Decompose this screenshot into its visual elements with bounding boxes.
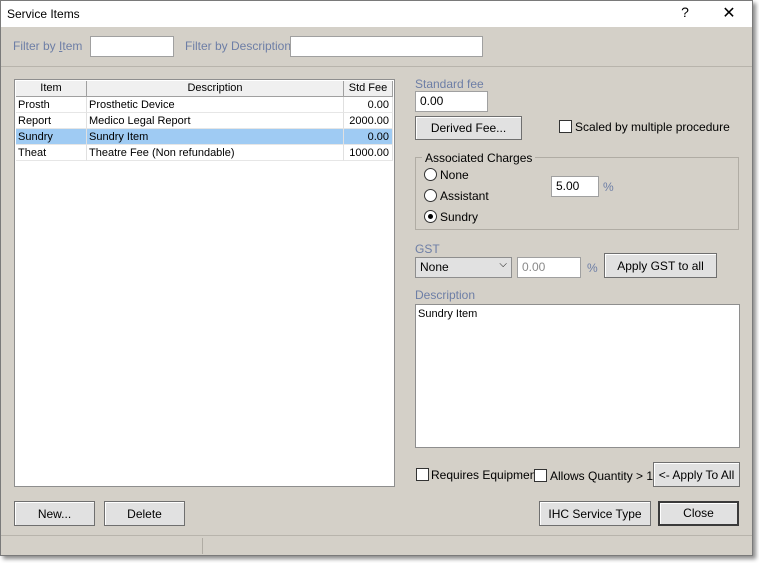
row-item-cell: Sundry (16, 129, 87, 145)
radio-assistant[interactable] (424, 189, 437, 202)
help-icon[interactable]: ? (677, 4, 693, 24)
scaled-checkbox[interactable] (559, 120, 572, 133)
title-bar: Service Items ? ✕ (1, 1, 752, 27)
associated-percent-input[interactable]: 5.00 (551, 176, 599, 197)
row-fee-cell: 0.00 (344, 97, 393, 113)
radio-assistant-label: Assistant (440, 189, 489, 203)
column-header-item[interactable]: Item (16, 81, 87, 97)
row-description-cell: Prosthetic Device (87, 97, 344, 113)
radio-none[interactable] (424, 168, 437, 181)
delete-button[interactable]: Delete (104, 501, 185, 526)
filter-item-label: Filter by Item (13, 39, 83, 53)
requires-equipment-label: Requires Equipment (431, 468, 540, 482)
new-button[interactable]: New... (14, 501, 95, 526)
chevron-down-icon: ⌵ (499, 259, 507, 270)
apply-to-all-button[interactable]: <- Apply To All (653, 462, 740, 487)
gst-combo-value: None (420, 260, 449, 274)
table-row[interactable]: Prosth Prosthetic Device 0.00 (16, 97, 393, 113)
requires-equipment-checkbox[interactable] (416, 468, 429, 481)
associated-percent-symbol: % (603, 180, 614, 194)
row-fee-cell: 0.00 (344, 129, 393, 145)
gst-combo[interactable]: None ⌵ (415, 257, 512, 278)
radio-sundry-label: Sundry (440, 210, 479, 224)
filter-description-input[interactable] (290, 36, 483, 57)
status-separator (202, 538, 203, 554)
ihc-service-type-button[interactable]: IHC Service Type (539, 501, 651, 526)
filter-description-label: Filter by Description (185, 39, 292, 53)
column-header-std-fee[interactable]: Std Fee (344, 81, 393, 97)
service-items-list[interactable]: Item Description Std Fee Prosth Prosthet… (14, 79, 395, 487)
row-item-cell: Prosth (16, 97, 87, 113)
close-icon[interactable]: ✕ (717, 3, 741, 25)
row-item-cell: Report (16, 113, 87, 129)
table-row[interactable]: Report Medico Legal Report 2000.00 (16, 113, 393, 129)
radio-none-label: None (440, 168, 469, 182)
radio-sundry[interactable] (424, 210, 437, 223)
service-items-dialog: Service Items ? ✕ Filter by Item Filter … (0, 0, 753, 556)
radio-selected-dot (428, 214, 433, 219)
table-row-selected[interactable]: Sundry Sundry Item 0.00 (16, 129, 393, 145)
standard-fee-input[interactable]: 0.00 (415, 91, 488, 112)
column-header-description[interactable]: Description (87, 81, 344, 97)
associated-charges-title: Associated Charges (422, 151, 536, 165)
filter-item-input[interactable] (90, 36, 174, 57)
scaled-label: Scaled by multiple procedure (575, 120, 730, 134)
list-header: Item Description Std Fee (16, 81, 393, 97)
close-button[interactable]: Close (658, 501, 739, 526)
standard-fee-label: Standard fee (415, 77, 484, 91)
gst-label: GST (415, 242, 440, 256)
gst-percent-symbol: % (587, 261, 598, 275)
allows-quantity-label: Allows Quantity > 1 (550, 469, 654, 483)
filter-bar: Filter by Item Filter by Description (1, 27, 752, 67)
derived-fee-button[interactable]: Derived Fee... (415, 116, 522, 140)
allows-quantity-checkbox[interactable] (534, 469, 547, 482)
window-title: Service Items (7, 7, 80, 21)
row-fee-cell: 1000.00 (344, 145, 393, 161)
status-bar (1, 535, 752, 555)
description-textarea[interactable]: Sundry Item (415, 304, 740, 448)
row-item-cell: Theat (16, 145, 87, 161)
table-row[interactable]: Theat Theatre Fee (Non refundable) 1000.… (16, 145, 393, 161)
row-description-cell: Sundry Item (87, 129, 344, 145)
gst-value-input[interactable]: 0.00 (517, 257, 581, 278)
row-fee-cell: 2000.00 (344, 113, 393, 129)
row-description-cell: Theatre Fee (Non refundable) (87, 145, 344, 161)
apply-gst-button[interactable]: Apply GST to all (604, 253, 717, 278)
row-description-cell: Medico Legal Report (87, 113, 344, 129)
description-label: Description (415, 288, 476, 302)
